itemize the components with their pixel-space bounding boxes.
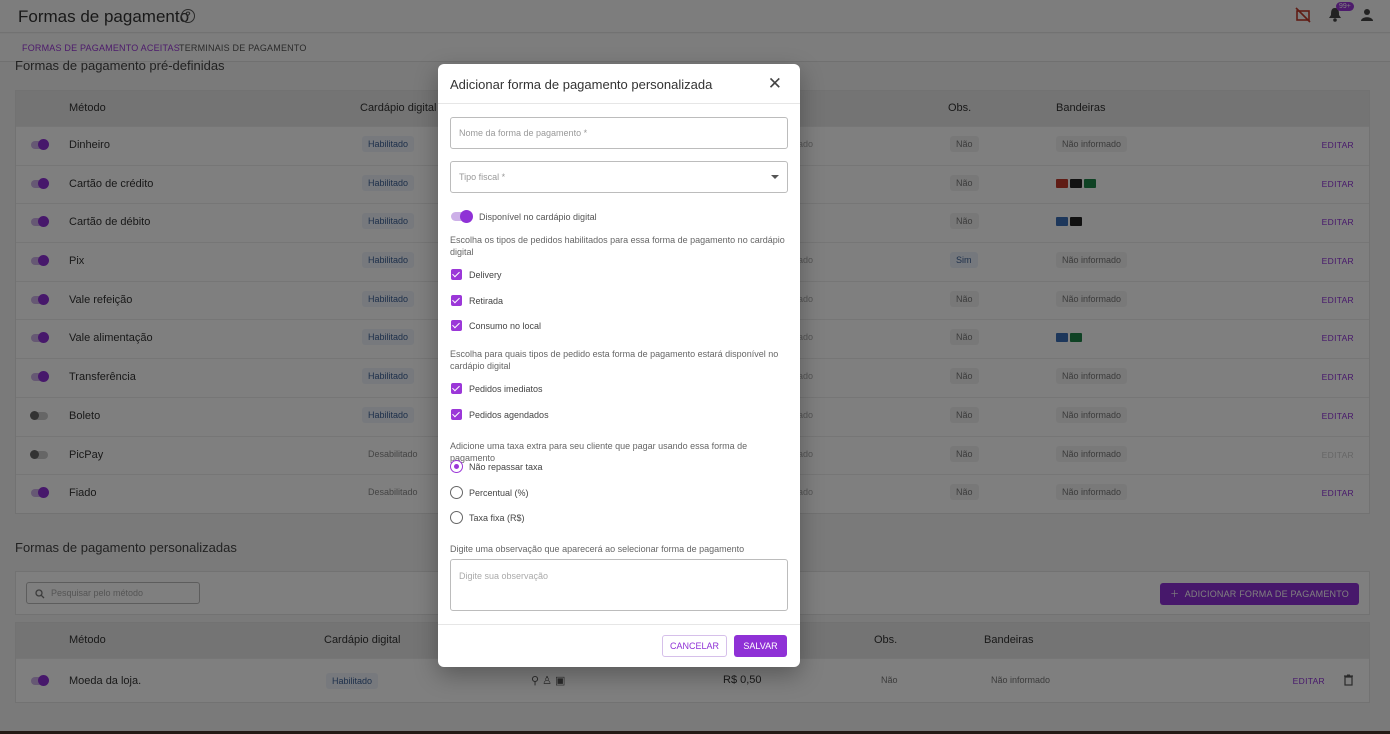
- dialog-body: Nome da forma de pagamento * Tipo fiscal…: [438, 104, 800, 624]
- observation-placeholder: Digite sua observação: [459, 571, 549, 581]
- add-payment-dialog: Adicionar forma de pagamento personaliza…: [438, 64, 800, 667]
- checkbox-pedidos-agendados[interactable]: [451, 408, 462, 420]
- available-toggle-label: Disponível no cardápio digital: [479, 212, 597, 222]
- checkbox-label: Retirada: [469, 295, 504, 306]
- chevron-down-icon: [771, 175, 779, 179]
- checkbox-pedidos-imediatos[interactable]: [451, 383, 462, 394]
- fee-radio-label: Não repassar taxa: [469, 462, 543, 472]
- dialog-footer: CANCELAR SALVAR: [438, 624, 800, 667]
- cancel-button[interactable]: CANCELAR: [662, 635, 727, 657]
- fiscal-type-placeholder: Tipo fiscal *: [459, 172, 506, 182]
- checkbox-label: Consumo no local: [469, 321, 542, 331]
- checkbox-label: Pedidos agendados: [469, 409, 549, 420]
- save-button[interactable]: SALVAR: [734, 635, 787, 657]
- observation-textarea[interactable]: Digite sua observação: [450, 559, 788, 611]
- checkbox-retirada[interactable]: [451, 294, 462, 306]
- schedule-hint: Escolha para quais tipos de pedido esta …: [450, 349, 779, 371]
- available-toggle[interactable]: [451, 210, 473, 223]
- fiscal-type-select[interactable]: Tipo fiscal *: [450, 161, 788, 193]
- fee-radio-label: Taxa fixa (R$): [469, 513, 525, 523]
- fee-radio[interactable]: [450, 511, 463, 524]
- dialog-title: Adicionar forma de pagamento personaliza…: [450, 77, 713, 92]
- checkbox-delivery[interactable]: [451, 269, 462, 280]
- fee-radio[interactable]: [450, 485, 463, 499]
- checkbox-label: Delivery: [469, 270, 502, 280]
- order-types-hint: Escolha os tipos de pedidos habilitados …: [450, 235, 785, 257]
- fee-radio-label: Percentual (%): [469, 487, 529, 498]
- dialog-header: Adicionar forma de pagamento personaliza…: [438, 64, 800, 104]
- fee-hint: Adicione uma taxa extra para seu cliente…: [450, 441, 748, 463]
- payment-name-input[interactable]: Nome da forma de pagamento *: [450, 117, 788, 149]
- checkbox-consumo-no-local[interactable]: [451, 320, 462, 331]
- payment-name-placeholder: Nome da forma de pagamento *: [459, 128, 588, 138]
- fee-radio[interactable]: [450, 460, 463, 473]
- checkbox-label: Pedidos imediatos: [469, 384, 543, 394]
- close-icon[interactable]: ✕: [768, 74, 782, 94]
- obs-hint: Digite uma observação que aparecerá ao s…: [450, 544, 745, 554]
